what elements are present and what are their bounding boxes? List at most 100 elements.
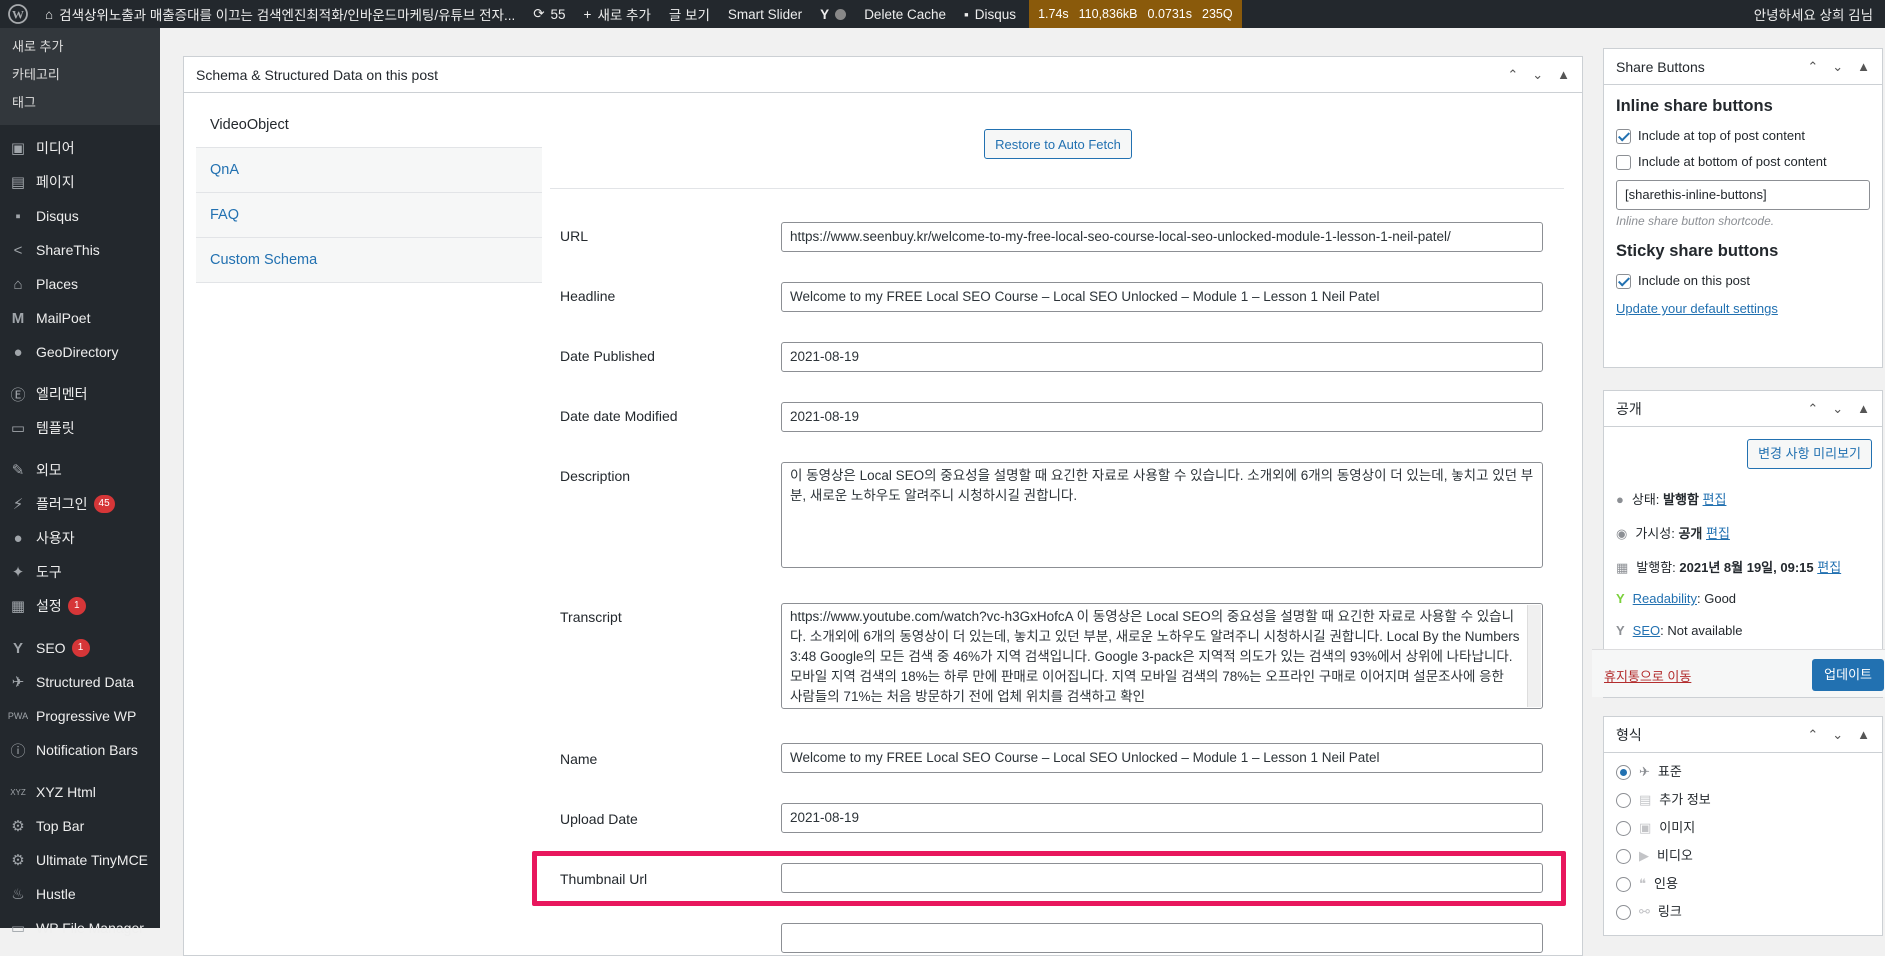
preview-changes-button[interactable]: 변경 사항 미리보기	[1747, 439, 1872, 469]
move-down-icon[interactable]: ⌄	[1832, 401, 1843, 417]
radio-image[interactable]	[1616, 821, 1631, 837]
tab-qna[interactable]: QnA	[196, 148, 542, 193]
radio-link[interactable]	[1616, 905, 1631, 921]
url-field[interactable]: https://www.seenbuy.kr/welcome-to-my-fre…	[781, 222, 1543, 252]
admin-sidebar: 새로 추가 카테고리 태그 ▣ 미디어 ▤ 페이지 ▪ Disqus < ShareTh…	[0, 28, 160, 937]
sidebar-item-places[interactable]: ⌂ Places	[0, 267, 160, 301]
gear-icon: ⚙	[11, 852, 25, 869]
submenu-categories[interactable]: 카테고리	[0, 61, 160, 89]
sidebar-item-tools[interactable]: ✦ 도구	[0, 555, 160, 589]
move-up-icon[interactable]: ⌃	[1507, 67, 1518, 83]
toggle-panel-icon[interactable]: ▲	[1857, 727, 1870, 742]
include-top-checkbox[interactable]	[1616, 129, 1631, 145]
site-name-link[interactable]: ⌂ 검색상위노출과 매출증대를 이끄는 검색엔진최적화/인바운드마케팅/유튜브 전…	[36, 0, 524, 28]
move-up-icon[interactable]: ⌃	[1807, 727, 1818, 743]
sidebar-item-settings[interactable]: ▦ 설정 1	[0, 589, 160, 623]
sidebar-item-sharethis[interactable]: < ShareThis	[0, 233, 160, 267]
sidebar-item-mailpoet[interactable]: M MailPoet	[0, 301, 160, 335]
format-option-standard[interactable]: ✈ 표준	[1616, 761, 1870, 789]
admin-bar: W ⌂ 검색상위노출과 매출증대를 이끄는 검색엔진최적화/인바운드마케팅/유튜브…	[0, 0, 1885, 28]
move-down-icon[interactable]: ⌄	[1532, 67, 1543, 83]
include-post-checkbox[interactable]	[1616, 274, 1631, 290]
format-option-aside[interactable]: ▤ 추가 정보	[1616, 789, 1870, 817]
move-down-icon[interactable]: ⌄	[1832, 727, 1843, 743]
sidebar-item-xyz-html[interactable]: XYZ XYZ Html	[0, 775, 160, 809]
radio-quote[interactable]	[1616, 877, 1631, 893]
sidebar-item-structured-data[interactable]: ✈ Structured Data	[0, 665, 160, 699]
headline-field[interactable]: Welcome to my FREE Local SEO Course – Lo…	[781, 282, 1543, 312]
new-content-link[interactable]: + 새로 추가	[575, 0, 660, 28]
radio-aside[interactable]	[1616, 793, 1631, 809]
sidebar-item-hustle[interactable]: ♨ Hustle	[0, 877, 160, 911]
include-top-row[interactable]: Include at top of post content	[1616, 128, 1870, 145]
delete-cache-link[interactable]: Delete Cache	[855, 0, 955, 28]
move-down-icon[interactable]: ⌄	[1832, 59, 1843, 75]
date-modified-field[interactable]: 2021-08-19	[781, 402, 1543, 432]
transcript-scrollbar[interactable]	[1527, 605, 1541, 707]
format-option-video[interactable]: ▶ 비디오	[1616, 845, 1870, 873]
page-icon: ▤	[10, 174, 26, 191]
move-up-icon[interactable]: ⌃	[1807, 59, 1818, 75]
tab-faq[interactable]: FAQ	[196, 193, 542, 238]
toggle-panel-icon[interactable]: ▲	[1857, 401, 1870, 416]
sidebar-item-geodirectory[interactable]: ● GeoDirectory	[0, 335, 160, 369]
submenu-new[interactable]: 새로 추가	[0, 33, 160, 61]
transcript-textarea[interactable]: https://www.youtube.com/watch?vc-h3GxHof…	[781, 603, 1543, 709]
sidebar-item-seo[interactable]: Y SEO 1	[0, 631, 160, 665]
tab-videoobject[interactable]: VideoObject	[196, 103, 542, 148]
edit-visibility-link[interactable]: 편집	[1706, 526, 1730, 541]
sidebar-item-users[interactable]: ● 사용자	[0, 521, 160, 555]
smart-slider-link[interactable]: Smart Slider	[719, 0, 811, 28]
yoast-menu[interactable]: Y	[811, 0, 855, 28]
include-bottom-checkbox[interactable]	[1616, 155, 1631, 171]
sidebar-item-progressive-wp[interactable]: PWA Progressive WP	[0, 699, 160, 733]
published-row: ▦ 발행함: 2021년 8월 19일, 09:15 편집	[1616, 560, 1842, 575]
shortcode-field[interactable]: [sharethis-inline-buttons]	[1616, 180, 1870, 211]
edit-date-link[interactable]: 편집	[1817, 560, 1841, 575]
toggle-panel-icon[interactable]: ▲	[1557, 67, 1570, 82]
format-option-link[interactable]: ⚯ 링크	[1616, 901, 1870, 929]
sidebar-item-ultimate-tinymce[interactable]: ⚙ Ultimate TinyMCE	[0, 843, 160, 877]
radio-standard[interactable]	[1616, 765, 1631, 781]
updates-icon: ⟳	[533, 6, 545, 21]
readability-link[interactable]: Readability	[1633, 591, 1697, 606]
move-up-icon[interactable]: ⌃	[1807, 401, 1818, 417]
update-button[interactable]: 업데이트	[1812, 659, 1884, 691]
sidebar-item-wp-file-manager[interactable]: ▭ WP File Manager	[0, 911, 160, 945]
update-settings-link[interactable]: Update your default settings	[1616, 301, 1870, 316]
format-option-quote[interactable]: ❝ 인용	[1616, 873, 1870, 901]
wordpress-logo-icon[interactable]: W	[0, 0, 36, 28]
format-option-image[interactable]: ▣ 이미지	[1616, 817, 1870, 845]
description-textarea[interactable]: 이 동영상은 Local SEO의 중요성을 설명할 때 요긴한 자료로 사용할…	[781, 462, 1543, 568]
sidebar-item-plugins[interactable]: ⚡ 플러그인 45	[0, 487, 160, 521]
home-icon: ⌂	[45, 6, 54, 22]
restore-auto-fetch-button[interactable]: Restore to Auto Fetch	[984, 129, 1132, 159]
submenu-tags[interactable]: 태그	[0, 89, 160, 117]
date-published-field[interactable]: 2021-08-19	[781, 342, 1543, 372]
sidebar-item-top-bar[interactable]: ⚙ Top Bar	[0, 809, 160, 843]
settings-badge: 1	[67, 597, 86, 615]
include-post-row[interactable]: Include on this post	[1616, 273, 1870, 290]
sidebar-item-media[interactable]: ▣ 미디어	[0, 131, 160, 165]
readability-row: Y Readability: Good	[1616, 591, 1737, 606]
sidebar-item-appearance[interactable]: ✎ 외모	[0, 453, 160, 487]
radio-video[interactable]	[1616, 849, 1631, 865]
name-field[interactable]: Welcome to my FREE Local SEO Course – Lo…	[781, 743, 1543, 773]
sidebar-item-pages[interactable]: ▤ 페이지	[0, 165, 160, 199]
sidebar-item-notification-bars[interactable]: ⓘ Notification Bars	[0, 733, 160, 767]
tab-custom-schema[interactable]: Custom Schema	[196, 238, 542, 283]
disqus-link[interactable]: ▪ Disqus	[955, 0, 1025, 28]
my-account-link[interactable]: 안녕하세요 상희 김님	[1745, 0, 1885, 28]
query-monitor[interactable]: 1.74s 110,836kB 0.0731s 235Q	[1029, 0, 1242, 28]
toggle-panel-icon[interactable]: ▲	[1857, 59, 1870, 74]
upload-date-field[interactable]: 2021-08-19	[781, 803, 1543, 833]
edit-status-link[interactable]: 편집	[1703, 492, 1727, 507]
view-post-link[interactable]: 글 보기	[660, 0, 719, 28]
sidebar-item-elementor[interactable]: Ⓔ 엘리멘터	[0, 377, 160, 411]
updates-link[interactable]: ⟳ 55	[524, 0, 574, 28]
sidebar-item-disqus[interactable]: ▪ Disqus	[0, 199, 160, 233]
seo-link[interactable]: SEO	[1633, 623, 1660, 638]
include-bottom-row[interactable]: Include at bottom of post content	[1616, 154, 1870, 171]
move-to-trash-link[interactable]: 휴지통으로 이동	[1604, 666, 1691, 685]
sidebar-item-templates[interactable]: ▭ 템플릿	[0, 411, 160, 445]
